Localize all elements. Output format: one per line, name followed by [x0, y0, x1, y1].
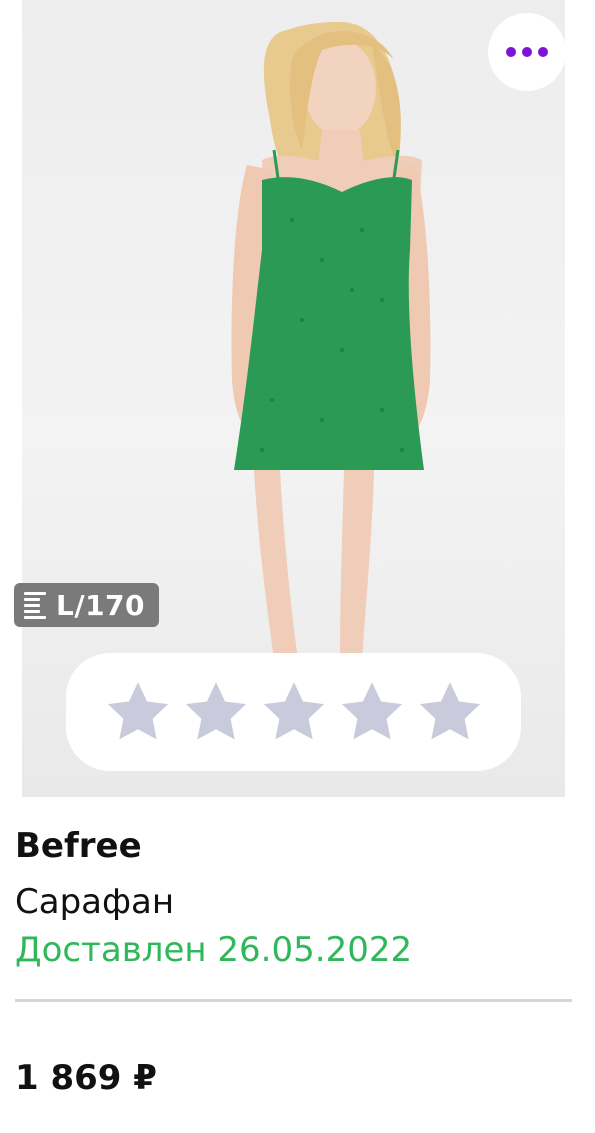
- star-icon[interactable]: [259, 677, 329, 747]
- more-dot: [522, 47, 532, 57]
- more-dot: [538, 47, 548, 57]
- more-horizontal-icon: [506, 47, 516, 57]
- size-label: L/170: [56, 588, 146, 622]
- star-icon[interactable]: [337, 677, 407, 747]
- size-badge: L/170: [14, 583, 160, 627]
- more-options-button[interactable]: [488, 13, 566, 91]
- product-name: Сарафан: [15, 882, 175, 922]
- brand-name: Befree: [15, 826, 142, 866]
- star-icon[interactable]: [181, 677, 251, 747]
- size-chart-icon: [24, 591, 46, 619]
- order-item-card[interactable]: L/170 Befree Сарафан Доставлен 26.05.202…: [0, 0, 595, 1133]
- price: 1 869 ₽: [15, 1058, 157, 1098]
- star-icon[interactable]: [103, 677, 173, 747]
- delivery-status: Доставлен 26.05.2022: [15, 930, 413, 970]
- star-icon[interactable]: [415, 677, 485, 747]
- star-rating[interactable]: [66, 653, 521, 771]
- divider: [15, 999, 572, 1002]
